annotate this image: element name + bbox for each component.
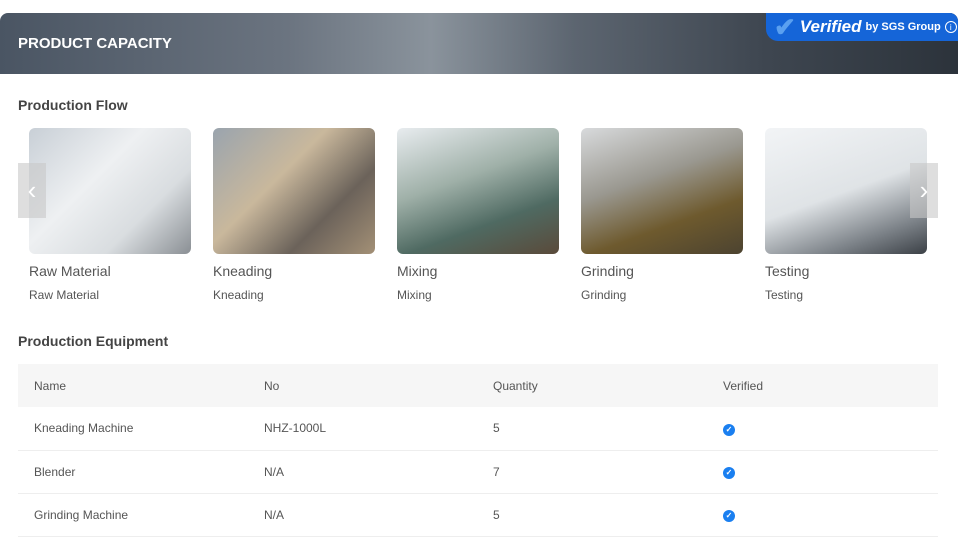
- cell-no: NHZ-1000L: [248, 407, 477, 451]
- card-subtitle: Kneading: [213, 288, 264, 302]
- cell-no: N/A: [248, 450, 477, 494]
- grinding-image: [581, 128, 743, 254]
- card-title: Raw Material: [29, 263, 111, 279]
- card-subtitle: Raw Material: [29, 288, 100, 302]
- cell-name: Grinding Machine: [18, 493, 248, 537]
- cell-qty: 7: [477, 450, 707, 494]
- flow-card[interactable]: Kneading Kneading: [213, 128, 375, 302]
- testing-image: [765, 128, 927, 254]
- col-name: Name: [18, 364, 248, 407]
- banner-title: PRODUCT CAPACITY: [18, 35, 172, 52]
- carousel-prev-button[interactable]: ‹: [18, 163, 46, 218]
- verified-label: Verified: [799, 17, 862, 36]
- card-subtitle: Grinding: [581, 288, 627, 302]
- col-quantity: Quantity: [477, 364, 707, 407]
- info-icon[interactable]: i: [944, 21, 957, 33]
- table-row: Kneading Machine NHZ-1000L 5 ✓: [18, 407, 938, 451]
- production-equipment-title: Production Equipment: [18, 333, 169, 349]
- table-row: Blender N/A 7 ✓: [18, 450, 938, 494]
- cell-name: Kneading Machine: [18, 407, 248, 451]
- card-title: Testing: [765, 263, 810, 279]
- raw-material-image: [29, 128, 191, 254]
- check-icon: ✔: [774, 13, 796, 42]
- card-title: Mixing: [397, 263, 438, 279]
- carousel-next-button[interactable]: ›: [910, 163, 938, 218]
- card-subtitle: Testing: [765, 288, 804, 302]
- card-title: Grinding: [581, 263, 634, 279]
- card-title: Kneading: [213, 263, 273, 279]
- cell-no: N/A: [248, 493, 477, 537]
- equipment-table: Name No Quantity Verified Kneading Machi…: [18, 364, 938, 537]
- kneading-image: [213, 128, 375, 254]
- product-capacity-banner: PRODUCT CAPACITY ✔ Verified by SGS Group…: [0, 13, 958, 74]
- col-no: No: [248, 364, 477, 407]
- col-verified: Verified: [707, 364, 938, 407]
- sgs-label: by SGS Group: [865, 21, 941, 33]
- table-row: Grinding Machine N/A 5 ✓: [18, 493, 938, 537]
- verified-icon: ✓: [723, 467, 735, 479]
- verified-icon: ✓: [723, 510, 735, 522]
- cell-name: Blender: [18, 450, 248, 494]
- cell-qty: 5: [477, 407, 707, 451]
- card-subtitle: Mixing: [397, 288, 432, 302]
- cell-qty: 5: [477, 493, 707, 537]
- verified-icon: ✓: [723, 423, 735, 436]
- flow-card[interactable]: Grinding Grinding: [581, 128, 743, 302]
- production-flow-carousel: Raw Material Raw Material Kneading Kneadin…: [29, 128, 927, 302]
- table-header: Name No Quantity Verified: [18, 364, 938, 407]
- sgs-verified-badge[interactable]: ✔ Verified by SGS Group i: [766, 13, 958, 41]
- flow-card[interactable]: Mixing Mixing: [397, 128, 559, 302]
- production-flow-title: Production Flow: [18, 97, 128, 113]
- mixing-image: [397, 128, 559, 254]
- flow-card[interactable]: Testing Testing: [765, 128, 927, 302]
- flow-card[interactable]: Raw Material Raw Material: [29, 128, 191, 302]
